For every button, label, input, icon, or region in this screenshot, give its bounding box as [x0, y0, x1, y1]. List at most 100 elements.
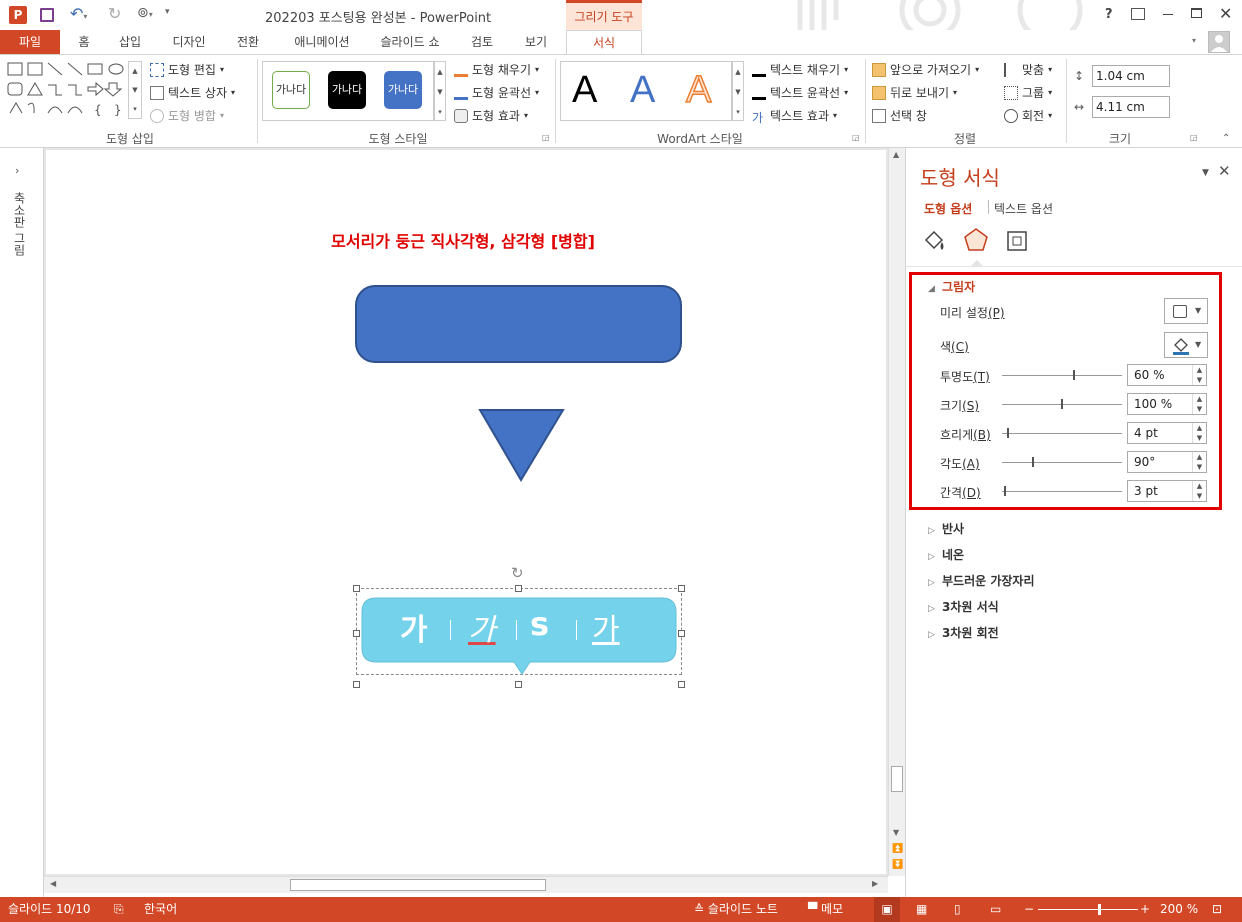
blur-spinner[interactable]: 4 pt ▲ ▼	[1127, 422, 1207, 444]
wordart-scroll[interactable]: ▲ ▼ ▾	[732, 61, 744, 121]
tab-view[interactable]: 보기	[514, 30, 558, 54]
spinner-arrows-icon[interactable]: ▲ ▼	[1192, 423, 1206, 443]
shape-gallery-scroll[interactable]: ▲ ▼ ▾	[128, 61, 142, 119]
help-icon[interactable]: ?	[1105, 7, 1113, 22]
zoom-out-icon[interactable]: −	[1024, 897, 1034, 922]
undo-icon[interactable]: ↶▾	[70, 4, 87, 23]
shape-style-blue[interactable]: 가나다	[384, 71, 422, 109]
spinner-arrows-icon[interactable]: ▲ ▼	[1192, 394, 1206, 414]
maximize-icon[interactable]	[1191, 8, 1202, 18]
tab-shape-options[interactable]: 도형 옵션	[924, 200, 972, 217]
blur-slider-thumb[interactable]	[1007, 428, 1009, 438]
slide-count[interactable]: 슬라이드 10/10	[8, 897, 91, 922]
section-3d-rotation[interactable]: ▷ 3차원 회전	[928, 624, 999, 641]
redo-icon[interactable]: ↻	[108, 4, 121, 23]
tab-design[interactable]: 디자인	[160, 30, 218, 54]
resize-handle[interactable]	[353, 681, 360, 688]
expand-thumbnails-icon[interactable]: ›	[15, 164, 19, 177]
scroll-up-icon[interactable]: ▲	[893, 150, 899, 159]
shape-fill-button[interactable]: 도형 채우기 ▾	[454, 61, 539, 78]
spinner-arrows-icon[interactable]: ▲ ▼	[1192, 481, 1206, 501]
rotate-button[interactable]: 회전 ▾	[1004, 107, 1052, 124]
notes-button[interactable]: ≙ 슬라이드 노트	[694, 897, 778, 922]
horizontal-scrollbar[interactable]: ◀ ▶	[44, 876, 888, 893]
section-soft-edges[interactable]: ▷ 부드러운 가장자리	[928, 572, 1035, 589]
selection-pane-button[interactable]: 선택 창	[872, 107, 927, 124]
edit-shape-button[interactable]: 도형 편집 ▾	[150, 61, 224, 78]
text-fill-button[interactable]: 텍스트 채우기 ▾	[752, 61, 848, 78]
fill-line-icon[interactable]	[922, 228, 948, 254]
slide-heading[interactable]: 모서리가 둥근 직사각형, 삼각형 [병합]	[46, 228, 886, 252]
shape-style-black[interactable]: 가나다	[328, 71, 366, 109]
zoom-slider-thumb[interactable]	[1098, 904, 1101, 915]
scroll-left-icon[interactable]: ◀	[50, 879, 56, 888]
next-slide-icon[interactable]: ⏬	[892, 860, 903, 870]
vertical-scrollbar[interactable]: ▲ ▼ ⏫ ⏬	[888, 148, 905, 876]
size-properties-icon[interactable]	[1004, 228, 1030, 254]
scroll-right-icon[interactable]: ▶	[872, 879, 878, 888]
zoom-level[interactable]: 200 %	[1160, 897, 1198, 922]
bring-forward-button[interactable]: 앞으로 가져오기 ▾	[872, 61, 979, 78]
resize-handle[interactable]	[678, 630, 685, 637]
shape-style-white[interactable]: 가나다	[272, 71, 310, 109]
section-glow[interactable]: ▷ 네온	[928, 546, 964, 563]
angle-slider[interactable]	[1002, 457, 1122, 467]
blur-slider[interactable]	[1002, 428, 1122, 438]
slideshow-view-icon[interactable]: ▭	[990, 897, 1001, 922]
close-icon[interactable]: ✕	[1219, 4, 1232, 23]
rotate-handle-icon[interactable]: ↻	[511, 564, 524, 582]
angle-slider-thumb[interactable]	[1032, 457, 1034, 467]
spinner-arrows-icon[interactable]: ▲ ▼	[1192, 452, 1206, 472]
tab-format[interactable]: 서식	[566, 30, 642, 55]
slide-sorter-view-icon[interactable]: ▦	[916, 897, 927, 922]
scroll-down-icon[interactable]: ▼	[893, 828, 899, 837]
quick-access-customize-icon[interactable]: ▾	[165, 7, 170, 17]
wordart-style-blue[interactable]: A	[630, 69, 655, 112]
horizontal-scroll-thumb[interactable]	[290, 879, 546, 891]
minimize-icon[interactable]	[1163, 14, 1173, 15]
account-dropdown-icon[interactable]: ▾	[1192, 36, 1196, 45]
resize-handle[interactable]	[353, 585, 360, 592]
dialog-launcher-icon[interactable]: ◲	[1190, 133, 1198, 142]
spellcheck-icon[interactable]: ⎘	[114, 897, 124, 922]
dialog-launcher-icon[interactable]: ◲	[542, 133, 550, 142]
fit-to-window-icon[interactable]: ⊡	[1212, 897, 1222, 922]
align-button[interactable]: 맞춤 ▾	[1004, 61, 1052, 78]
tab-transitions[interactable]: 전환	[228, 30, 268, 54]
shape-outline-button[interactable]: 도형 윤곽선 ▾	[454, 84, 539, 101]
pane-close-icon[interactable]: ✕	[1218, 162, 1231, 180]
wordart-style-orange[interactable]: A	[685, 68, 712, 112]
distance-slider-thumb[interactable]	[1004, 486, 1006, 496]
text-box-button[interactable]: 텍스트 상자 ▾	[150, 84, 235, 101]
collapse-ribbon-icon[interactable]: ⌃	[1222, 133, 1230, 144]
tab-slideshow[interactable]: 슬라이드 쇼	[374, 30, 446, 54]
distance-slider[interactable]	[1002, 486, 1122, 496]
tab-review[interactable]: 검토	[462, 30, 502, 54]
section-reflection[interactable]: ▷ 반사	[928, 520, 964, 537]
size-slider-thumb[interactable]	[1061, 399, 1063, 409]
shadow-color-dropdown[interactable]: ▼	[1164, 332, 1208, 358]
distance-spinner[interactable]: 3 pt ▲ ▼	[1127, 480, 1207, 502]
transparency-slider-thumb[interactable]	[1073, 370, 1075, 380]
reading-view-icon[interactable]: ▯	[954, 897, 961, 922]
rounded-rectangle-shape[interactable]	[355, 285, 682, 363]
vertical-scroll-thumb[interactable]	[891, 766, 903, 792]
tab-animations[interactable]: 애니메이션	[280, 30, 364, 54]
normal-view-button[interactable]: ▣	[874, 897, 900, 922]
tab-insert[interactable]: 삽입	[110, 30, 150, 54]
slide[interactable]: 모서리가 둥근 직사각형, 삼각형 [병합] ↻ 가 가 s 가	[46, 150, 886, 874]
slideshow-start-icon[interactable]: ⊚▾	[137, 5, 153, 21]
spinner-arrows-icon[interactable]: ▲ ▼	[1192, 365, 1206, 385]
shape-style-scroll[interactable]: ▲ ▼ ▾	[434, 61, 446, 121]
triangle-shape[interactable]	[477, 408, 567, 484]
comments-button[interactable]: ▀ 메모	[808, 897, 843, 922]
zoom-in-icon[interactable]: +	[1140, 897, 1150, 922]
section-shadow-header[interactable]: ◢ 그림자	[928, 278, 975, 295]
shape-effect-button[interactable]: 도형 효과 ▾	[454, 107, 528, 124]
tab-home[interactable]: 홈	[66, 30, 102, 54]
resize-handle[interactable]	[515, 681, 522, 688]
previous-slide-icon[interactable]: ⏫	[892, 844, 903, 854]
section-3d-format[interactable]: ▷ 3차원 서식	[928, 598, 999, 615]
user-avatar[interactable]	[1208, 31, 1230, 53]
resize-handle[interactable]	[678, 585, 685, 592]
